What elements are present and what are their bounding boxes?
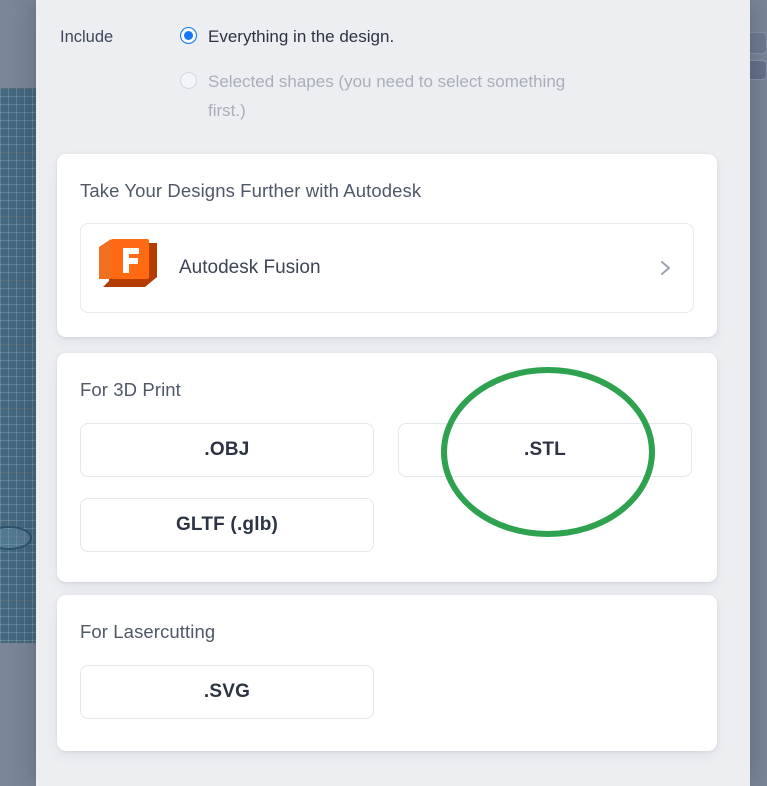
card-for-3d-print: For 3D Print .OBJ .STL GLTF (.glb) bbox=[57, 353, 717, 582]
right-toolbar-panel bbox=[743, 0, 767, 786]
export-dialog: Include Everything in the design. Select… bbox=[36, 0, 750, 786]
card-title-for-lasercutting: For Lasercutting bbox=[80, 621, 216, 642]
chevron-right-icon bbox=[655, 258, 675, 278]
export-button-svg[interactable]: .SVG bbox=[80, 665, 374, 719]
radio-unselected-icon bbox=[180, 72, 197, 89]
card-title-for-3d-print: For 3D Print bbox=[80, 379, 181, 400]
card-title-autodesk: Take Your Designs Further with Autodesk bbox=[80, 180, 422, 201]
export-button-gltf[interactable]: GLTF (.glb) bbox=[80, 498, 374, 552]
canvas-shape bbox=[0, 526, 32, 550]
export-button-obj[interactable]: .OBJ bbox=[80, 423, 374, 477]
radio-option-everything[interactable]: Everything in the design. bbox=[180, 22, 726, 51]
radio-label-selected-shapes: Selected shapes (you need to select some… bbox=[208, 72, 566, 120]
autodesk-fusion-row[interactable]: Autodesk Fusion bbox=[80, 223, 694, 313]
card-for-lasercutting: For Lasercutting .SVG bbox=[57, 595, 717, 751]
card-autodesk: Take Your Designs Further with Autodesk … bbox=[57, 154, 717, 337]
autodesk-fusion-label: Autodesk Fusion bbox=[179, 257, 321, 278]
autodesk-fusion-icon bbox=[95, 235, 161, 301]
toolbar-widget-2[interactable] bbox=[747, 60, 767, 80]
design-canvas-grid bbox=[0, 88, 36, 643]
include-options-group: Everything in the design. Selected shape… bbox=[180, 22, 726, 141]
export-button-stl[interactable]: .STL bbox=[398, 423, 692, 477]
include-label: Include bbox=[60, 28, 114, 46]
radio-label-everything: Everything in the design. bbox=[208, 27, 395, 46]
radio-option-selected-shapes: Selected shapes (you need to select some… bbox=[180, 67, 726, 125]
include-row: Include Everything in the design. Select… bbox=[36, 0, 750, 141]
radio-selected-icon[interactable] bbox=[180, 27, 197, 44]
